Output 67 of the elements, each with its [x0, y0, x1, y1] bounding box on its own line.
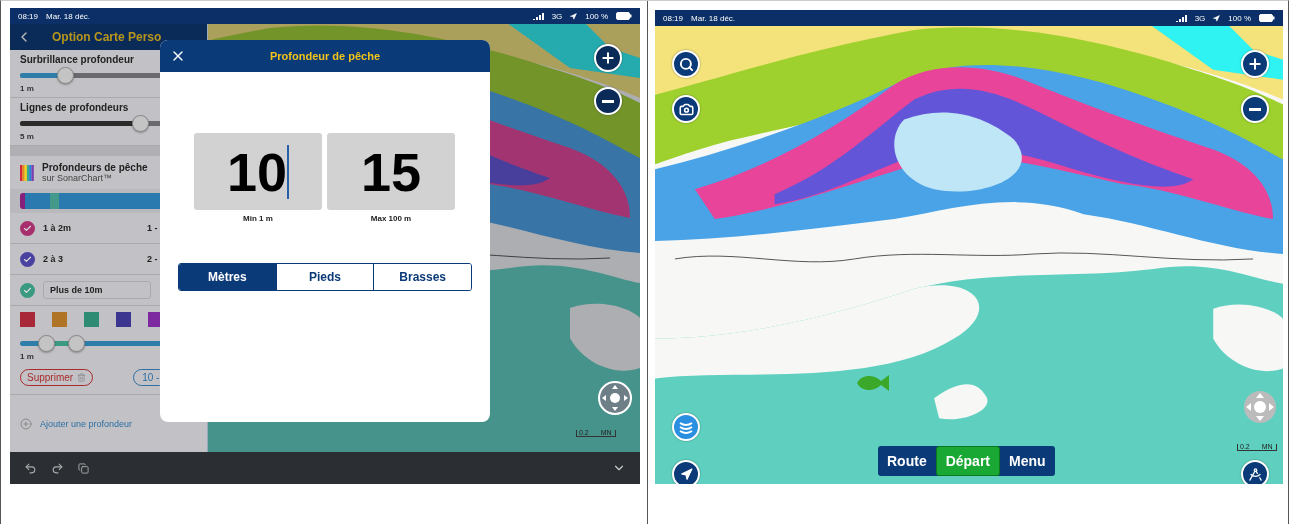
unit-tab[interactable]: Mètres [179, 264, 276, 290]
color-swatch[interactable] [116, 312, 131, 327]
nav-button[interactable]: Menu [1000, 446, 1055, 476]
location-icon [1213, 14, 1221, 22]
color-swatch[interactable] [20, 312, 35, 327]
signal-icon [532, 12, 544, 20]
depth-input-field[interactable]: 15 [327, 133, 455, 210]
status-date: Mar. 18 déc. [46, 11, 91, 21]
slider-value: 5 m [20, 132, 34, 141]
check-icon [23, 285, 32, 295]
check-icon [23, 254, 32, 264]
slider-label: Surbrillance profondeur [20, 54, 134, 65]
redo-icon[interactable] [51, 461, 64, 475]
minus-icon [1249, 107, 1261, 111]
field-caption: Min 1 m [243, 214, 273, 223]
range-label: 1 à 2m [43, 223, 73, 233]
slider-thumb[interactable] [37, 335, 55, 352]
battery-label: 100 % [585, 11, 608, 21]
range-checkbox[interactable] [20, 282, 35, 298]
range-value: 2 - [147, 254, 158, 264]
status-time: 08:19 [18, 11, 39, 21]
color-swatch[interactable] [52, 312, 67, 327]
search-icon [678, 56, 694, 72]
range-label: 2 à 3 [43, 254, 65, 264]
range-value: 1 - [147, 223, 158, 233]
battery-icon [1259, 14, 1275, 22]
battery-label: 100 % [1228, 13, 1251, 23]
plus-icon [1247, 56, 1263, 72]
color-swatch[interactable] [84, 312, 99, 327]
slider-thumb[interactable] [132, 115, 149, 132]
camera-icon [678, 101, 694, 117]
network-label: 3G [1194, 13, 1206, 23]
slider-value: 1 m [20, 352, 34, 361]
copy-icon[interactable] [78, 462, 89, 474]
battery-icon [616, 12, 632, 20]
range-checkbox[interactable] [20, 251, 35, 267]
status-time: 08:19 [663, 13, 684, 23]
section-subtitle: sur SonarChart™ [42, 173, 114, 183]
sonar-waves-icon [678, 420, 694, 434]
slider-thumb[interactable] [57, 67, 74, 84]
section-title: Profondeurs de pêche [42, 162, 148, 173]
status-date: Mar. 18 déc. [691, 13, 736, 23]
unit-tab[interactable]: Brasses [373, 264, 471, 290]
location-icon [570, 12, 578, 20]
signal-icon [1175, 14, 1187, 22]
panel-title: Option Carte Perso [52, 30, 162, 44]
depth-input-field[interactable]: 10 [194, 133, 322, 210]
plus-icon [600, 50, 616, 66]
drafting-compass-icon [1247, 466, 1263, 482]
field-caption: Max 100 m [370, 214, 412, 223]
range-checkbox[interactable] [20, 220, 35, 236]
fish-icon [855, 372, 891, 394]
check-icon [23, 223, 32, 233]
slider-thumb[interactable] [68, 335, 86, 352]
color-palette-icon [20, 164, 34, 181]
network-label: 3G [551, 11, 563, 21]
nav-button[interactable]: Route [878, 446, 936, 476]
trash-icon [77, 373, 87, 382]
range-name-field[interactable]: Plus de 10m [43, 281, 151, 299]
undo-icon[interactable] [24, 461, 37, 475]
navigation-arrow-icon [679, 467, 693, 481]
delete-button[interactable]: Supprimer [20, 369, 94, 386]
pan-control-icon[interactable] [597, 380, 633, 416]
dialog-title: Profondeur de pêche [269, 50, 381, 62]
slider-value: 1 m [20, 84, 34, 93]
minus-icon [602, 99, 614, 103]
slider-label: Lignes de profondeurs [20, 102, 129, 113]
